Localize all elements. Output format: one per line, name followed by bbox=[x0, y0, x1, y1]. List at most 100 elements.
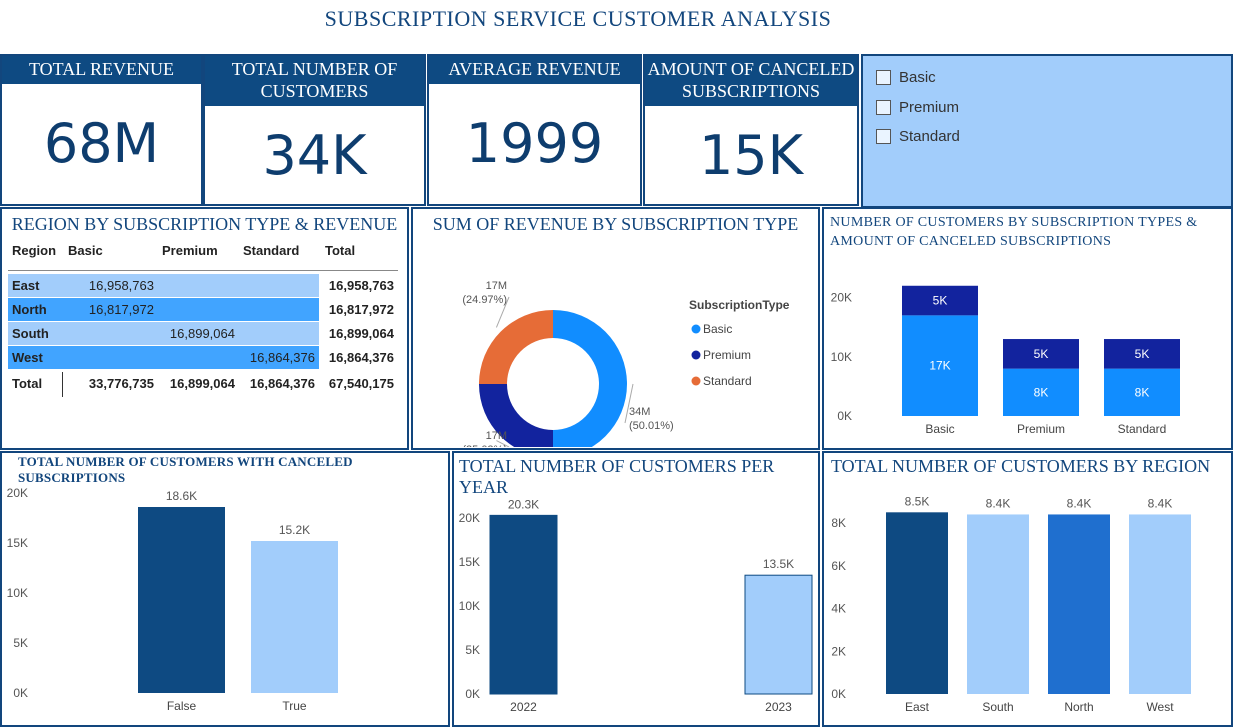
y-tick-label: 8K bbox=[831, 516, 846, 530]
bar-data-label: 8.4K bbox=[1067, 496, 1092, 510]
bar-data-label: 8.5K bbox=[905, 494, 930, 508]
bar[interactable] bbox=[138, 507, 225, 693]
panel-title: REGION BY SUBSCRIPTION TYPE & REVENUE bbox=[11, 214, 398, 234]
customers-by-region-panel[interactable]: TOTAL NUMBER OF CUSTOMERS BY REGION 0K 2K… bbox=[822, 451, 1233, 727]
panel-title: NUMBER OF CUSTOMERS BY SUBSCRIPTION TYPE… bbox=[830, 215, 1198, 249]
table-total-row[interactable]: Total 33,776,735 16,899,064 16,864,376 6… bbox=[8, 372, 398, 396]
slicer-option-standard[interactable]: Standard bbox=[876, 128, 960, 145]
bar[interactable] bbox=[1129, 514, 1191, 694]
column-header[interactable]: Basic bbox=[64, 239, 107, 262]
customers-by-type-panel[interactable]: NUMBER OF CUSTOMERS BY SUBSCRIPTION TYPE… bbox=[822, 207, 1233, 450]
bar-data-label: 15.2K bbox=[279, 523, 310, 537]
table-row[interactable]: North 16,817,972 16,817,972 bbox=[8, 298, 398, 322]
x-tick-label: Basic bbox=[925, 422, 954, 436]
legend-marker bbox=[691, 324, 701, 334]
region-matrix-table[interactable]: Region Basic Premium Standard Total East… bbox=[8, 239, 403, 399]
bar-data-label: 13.5K bbox=[763, 557, 794, 571]
y-tick-label: 10K bbox=[831, 350, 852, 364]
legend-item: Basic bbox=[703, 322, 732, 336]
kpi-label: TOTAL REVENUE bbox=[2, 56, 201, 84]
kpi-total-customers[interactable]: TOTAL NUMBER OF CUSTOMERS 34K bbox=[203, 54, 426, 206]
table-row[interactable]: West 16,864,376 16,864,376 bbox=[8, 346, 398, 370]
bar-data-label: 8.4K bbox=[1148, 496, 1173, 510]
y-tick-label: 0K bbox=[831, 687, 846, 701]
panel-title: TOTAL NUMBER OF CUSTOMERS BY REGION bbox=[831, 456, 1211, 476]
row-header-divider bbox=[62, 372, 63, 397]
checkbox-icon[interactable] bbox=[876, 100, 891, 115]
bar[interactable] bbox=[967, 514, 1029, 694]
region-matrix-panel[interactable]: REGION BY SUBSCRIPTION TYPE & REVENUE Re… bbox=[0, 207, 409, 450]
donut-percent-label: (24.97%) bbox=[462, 294, 507, 306]
column-header[interactable]: Premium bbox=[158, 239, 222, 262]
column-header[interactable]: Standard bbox=[239, 239, 303, 262]
column-header[interactable]: Region bbox=[8, 239, 60, 262]
slicer-option-basic[interactable]: Basic bbox=[876, 69, 936, 86]
legend-marker bbox=[691, 376, 701, 386]
customers-stacked-bar-chart[interactable]: 0K 10K 20K 17K 5K Basic 8K 5K Premium 8K 5K Standar… bbox=[824, 258, 1231, 448]
canceled-bar-chart[interactable]: 0K 5K 10K 15K 20K 18.6K False 15.2K True bbox=[2, 473, 448, 725]
x-tick-label: 2023 bbox=[765, 700, 792, 714]
column-header[interactable]: Total bbox=[321, 239, 359, 262]
table-row[interactable]: South 16,899,064 16,899,064 bbox=[8, 322, 398, 346]
kpi-total-revenue[interactable]: TOTAL REVENUE 68M bbox=[0, 54, 203, 206]
donut-value-label: 17M bbox=[486, 430, 507, 442]
kpi-value: 34K bbox=[262, 124, 367, 187]
legend-marker bbox=[691, 350, 701, 360]
kpi-average-revenue[interactable]: AVERAGE REVENUE 1999 bbox=[427, 54, 642, 206]
customers-per-year-panel[interactable]: TOTAL NUMBER OF CUSTOMERS PER YEAR 0K 5K 1… bbox=[452, 451, 820, 727]
revenue-donut-chart[interactable]: 34M (50.01%) 17M (25.02%) 17M (24.97%) Subscri… bbox=[413, 237, 818, 447]
bar[interactable] bbox=[251, 541, 338, 693]
table-row[interactable]: East 16,958,763 16,958,763 bbox=[8, 274, 398, 298]
kpi-label: TOTAL NUMBER OF CUSTOMERS bbox=[205, 56, 424, 106]
canceled-customers-panel[interactable]: TOTAL NUMBER OF CUSTOMERS WITH CANCELED … bbox=[0, 451, 450, 727]
kpi-canceled-subscriptions[interactable]: AMOUNT OF CANCELED SUBSCRIPTIONS 15K bbox=[643, 54, 859, 206]
x-tick-label: East bbox=[905, 700, 930, 714]
checkbox-icon[interactable] bbox=[876, 129, 891, 144]
y-tick-label: 0K bbox=[465, 687, 480, 701]
checkbox-icon[interactable] bbox=[876, 70, 891, 85]
bar-data-label: 8K bbox=[1034, 385, 1049, 399]
y-tick-label: 10K bbox=[459, 599, 480, 613]
y-tick-label: 4K bbox=[831, 602, 846, 616]
panel-title: SUM OF REVENUE BY SUBSCRIPTION TYPE bbox=[432, 214, 799, 234]
x-tick-label: True bbox=[282, 699, 307, 713]
y-tick-label: 20K bbox=[831, 291, 852, 305]
donut-slice-basic[interactable] bbox=[553, 310, 627, 447]
slicer-option-premium[interactable]: Premium bbox=[876, 99, 959, 116]
legend-item: Premium bbox=[703, 348, 751, 362]
y-tick-label: 20K bbox=[7, 486, 28, 500]
bar[interactable] bbox=[744, 574, 813, 695]
region-bar-chart[interactable]: 0K 2K 4K 6K 8K 8.5K East 8.4K South 8.4K North 8.4K… bbox=[824, 479, 1231, 725]
x-tick-label: Standard bbox=[1118, 422, 1167, 436]
year-bar-chart[interactable]: 0K 5K 10K 15K 20K 20.3K 2022 13.5K 2023 bbox=[454, 479, 818, 725]
kpi-label: AVERAGE REVENUE bbox=[429, 56, 640, 84]
legend-item: Standard bbox=[703, 374, 752, 388]
bar[interactable] bbox=[886, 512, 948, 694]
header-divider bbox=[8, 270, 398, 271]
revenue-donut-panel[interactable]: SUM OF REVENUE BY SUBSCRIPTION TYPE 34M (… bbox=[411, 207, 820, 450]
y-tick-label: 10K bbox=[7, 586, 28, 600]
bar-data-label: 8K bbox=[1135, 385, 1150, 399]
bar[interactable] bbox=[1048, 514, 1110, 694]
kpi-value: 68M bbox=[43, 112, 160, 175]
x-tick-label: 2022 bbox=[510, 700, 537, 714]
y-tick-label: 6K bbox=[831, 559, 846, 573]
y-tick-label: 20K bbox=[459, 511, 480, 525]
bar-data-label: 5K bbox=[1135, 347, 1150, 361]
x-tick-label: South bbox=[982, 700, 1013, 714]
x-tick-label: False bbox=[167, 699, 197, 713]
x-tick-label: Premium bbox=[1017, 422, 1065, 436]
bar-data-label: 5K bbox=[1034, 347, 1049, 361]
donut-percent-label: (25.02%) bbox=[462, 444, 507, 447]
bar[interactable] bbox=[489, 514, 558, 695]
donut-slice-standard[interactable] bbox=[479, 310, 553, 384]
kpi-value: 15K bbox=[698, 124, 804, 187]
donut-value-label: 34M bbox=[629, 406, 650, 418]
kpi-label: AMOUNT OF CANCELED SUBSCRIPTIONS bbox=[645, 56, 857, 106]
donut-percent-label: (50.01%) bbox=[629, 420, 674, 432]
donut-value-label: 17M bbox=[486, 280, 507, 292]
subscription-type-slicer[interactable]: Basic Premium Standard bbox=[861, 54, 1233, 208]
bar-data-label: 17K bbox=[929, 359, 950, 373]
bar-data-label: 18.6K bbox=[166, 489, 197, 503]
legend-title: SubscriptionType bbox=[689, 298, 790, 312]
